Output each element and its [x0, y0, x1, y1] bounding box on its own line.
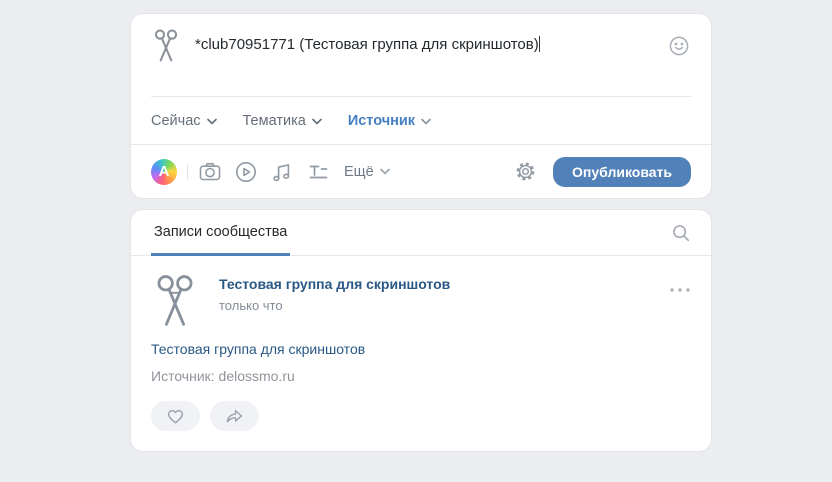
share-button[interactable]	[210, 401, 259, 431]
text-caret	[539, 36, 540, 52]
post-meta: Тестовая группа для скриншотов только чт…	[219, 273, 450, 313]
toolbar-right: Опубликовать	[514, 157, 691, 187]
post-source[interactable]: Источник: delossmo.ru	[151, 368, 691, 384]
post-actions	[151, 401, 691, 431]
heart-icon	[165, 406, 186, 427]
chevron-down-icon	[312, 118, 322, 125]
tab-community-posts[interactable]: Записи сообщества	[151, 211, 290, 256]
option-schedule-label: Сейчас	[151, 113, 201, 129]
page: *club70951771 (Тестовая группа для скрин…	[0, 14, 832, 482]
emoji-smiley-icon[interactable]	[667, 34, 691, 58]
option-source-label: Источник	[348, 113, 415, 129]
chevron-down-icon	[421, 118, 431, 125]
search-icon[interactable]	[671, 223, 691, 243]
post-text-input[interactable]: *club70951771 (Тестовая группа для скрин…	[195, 30, 655, 53]
option-topic[interactable]: Тематика	[243, 113, 322, 129]
settings-gear-icon[interactable]	[514, 160, 537, 183]
post-timestamp[interactable]: только что	[219, 298, 450, 313]
toolbar-separator	[187, 164, 188, 180]
post-author-link[interactable]: Тестовая группа для скриншотов	[219, 276, 450, 292]
publish-button[interactable]: Опубликовать	[553, 157, 691, 187]
composer-input-row: *club70951771 (Тестовая группа для скрин…	[131, 14, 711, 96]
option-schedule[interactable]: Сейчас	[151, 113, 217, 129]
wall-post: Тестовая группа для скриншотов только чт…	[131, 256, 711, 451]
post-author-avatar-scissors[interactable]	[151, 273, 199, 329]
text-style-icon[interactable]: A	[151, 159, 177, 185]
like-button[interactable]	[151, 401, 200, 431]
publish-label: Опубликовать	[572, 164, 672, 180]
photo-camera-icon[interactable]	[198, 160, 222, 184]
text-style-letter: A	[159, 163, 170, 180]
more-button[interactable]: Ещё	[344, 164, 390, 180]
composer-toolbar: A	[131, 145, 711, 198]
post-header: Тестовая группа для скриншотов только чт…	[151, 273, 691, 329]
video-icon[interactable]	[234, 160, 258, 184]
option-topic-label: Тематика	[243, 113, 306, 129]
post-composer-card: *club70951771 (Тестовая группа для скрин…	[131, 14, 711, 198]
group-avatar-scissors	[151, 28, 181, 64]
text-format-icon[interactable]	[306, 160, 330, 184]
chevron-down-icon	[380, 168, 390, 175]
composer-options-row: Сейчас Тематика Источник	[131, 97, 711, 144]
music-icon[interactable]	[270, 160, 294, 184]
post-menu-dots-icon[interactable]	[669, 281, 691, 289]
option-source[interactable]: Источник	[348, 113, 431, 129]
more-label: Ещё	[344, 164, 374, 180]
chevron-down-icon	[207, 118, 217, 125]
community-wall-card: Записи сообщества Тесто	[131, 210, 711, 451]
wall-tabs-row: Записи сообщества	[131, 210, 711, 256]
post-text-value: *club70951771 (Тестовая группа для скрин…	[195, 36, 539, 53]
tab-community-posts-label: Записи сообщества	[154, 224, 287, 240]
post-body-link[interactable]: Тестовая группа для скриншотов	[151, 341, 691, 357]
share-arrow-icon	[224, 406, 245, 427]
